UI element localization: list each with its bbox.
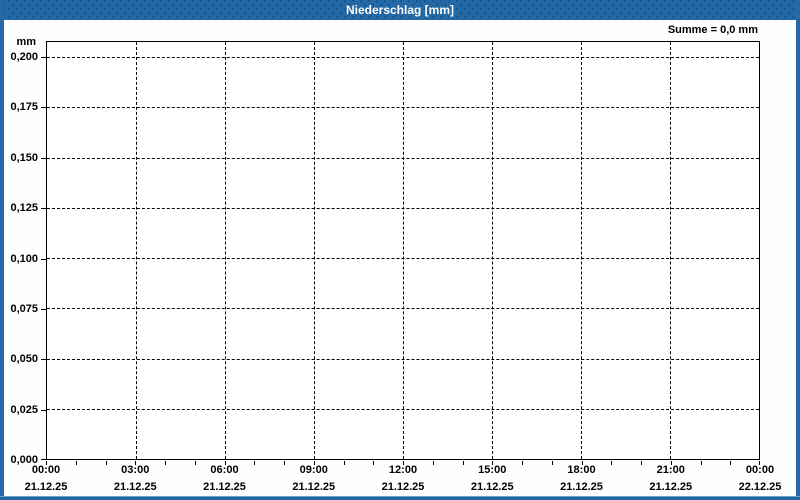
y-axis-tick [41, 208, 46, 210]
y-axis-tick [41, 359, 46, 361]
gridline-vertical [225, 42, 226, 459]
y-axis-tick-label: 0,025 [10, 403, 38, 416]
y-axis-tick [41, 308, 46, 310]
y-axis-tick-label: 0,100 [10, 252, 38, 265]
y-axis-ticks [41, 41, 46, 460]
x-axis-time-label: 00:00 [31, 464, 61, 476]
x-axis-date-label: 21.12.25 [113, 481, 157, 493]
gridline-vertical [403, 42, 404, 459]
y-axis-tick [41, 57, 46, 58]
y-axis-tick [41, 258, 46, 260]
y-axis-tick-label: 0,050 [10, 353, 38, 366]
x-axis-date-label: 21.12.25 [381, 481, 425, 493]
x-axis-time-label: 09:00 [299, 464, 328, 476]
x-axis-time-label: 06:00 [210, 464, 239, 476]
x-axis-time-label: 03:00 [121, 464, 150, 476]
y-axis-tick-label: 0,200 [10, 51, 38, 63]
x-axis-date-label: 21.12.25 [24, 481, 68, 493]
y-axis-labels: 0,000 0,025 0,050 0,075 0,100 0,125 0,150 0,175… [0, 41, 38, 466]
y-axis-tick [41, 459, 46, 460]
gridline-vertical [314, 42, 315, 459]
gridline-vertical [670, 42, 671, 459]
x-axis-time-label: 21:00 [656, 464, 685, 476]
y-axis-tick [41, 107, 46, 109]
x-axis-date-label: 22.12.25 [738, 481, 782, 493]
y-axis-tick [41, 157, 46, 159]
gridline-vertical [492, 42, 493, 459]
panel-border-bottom [0, 496, 800, 500]
x-axis-time-label: 15:00 [478, 464, 507, 476]
x-axis-time-label: 00:00 [745, 464, 775, 476]
x-axis-date-label: 21.12.25 [649, 481, 693, 493]
y-axis-tick-label: 0,125 [10, 202, 38, 215]
y-axis-tick-label: 0,075 [10, 302, 38, 315]
y-axis-tick-label: 0,150 [10, 151, 38, 164]
panel-border-right [796, 0, 800, 500]
x-axis-date-label: 21.12.25 [292, 481, 336, 493]
gridline-vertical [136, 42, 137, 459]
gridline-vertical [581, 42, 582, 459]
chart-window: Niederschlag [mm] Summe = 0,0 mm mm 0,00… [0, 0, 800, 500]
x-axis-time-label: 12:00 [388, 464, 418, 476]
chart-title: Niederschlag [mm] [345, 3, 455, 17]
x-axis-date-label: 21.12.25 [203, 481, 246, 493]
panel-border-left [0, 0, 4, 500]
x-axis-date-label: 21.12.25 [470, 481, 514, 493]
chart-title-bar: Niederschlag [mm] [0, 0, 800, 20]
x-axis-date-label: 21.12.25 [560, 481, 603, 493]
x-axis-time-label: 18:00 [567, 464, 596, 476]
sum-annotation: Summe = 0,0 mm [667, 24, 758, 36]
plot-area [46, 41, 760, 460]
y-axis-tick [41, 409, 46, 411]
y-axis-tick-label: 0,175 [10, 101, 38, 114]
